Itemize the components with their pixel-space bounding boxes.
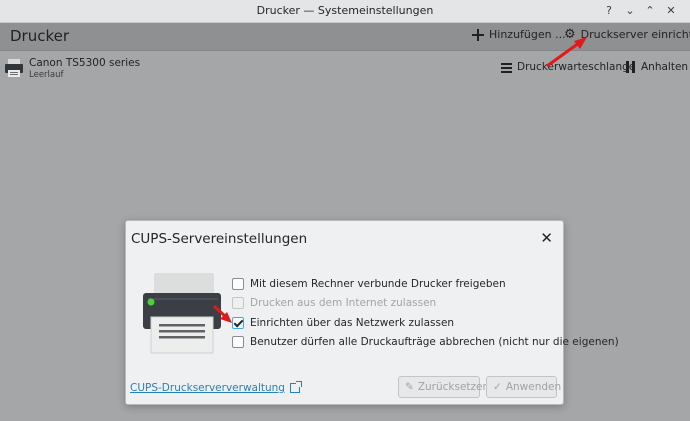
cups-admin-link-label: CUPS-Druckserververwaltung [130,382,285,394]
share-printers-label: Mit diesem Rechner verbunde Drucker frei… [250,278,506,290]
minimize-icon[interactable]: ⌄ [621,2,639,20]
pause-icon [625,61,636,73]
cancel-all-jobs-label: Benutzer dürfen alle Druckaufträge abbre… [250,336,619,348]
printer-name: Canon TS5300 series [29,57,141,69]
configure-print-server-label: Druckserver einrichten ... [580,28,690,41]
printer-list-item[interactable]: Canon TS5300 series Leerlauf Druckerwart… [0,52,690,86]
close-window-icon[interactable]: ✕ [662,2,680,20]
add-printer-label: Hinzufügen ... [489,28,566,41]
page-title: Drucker [10,27,70,45]
cups-server-settings-dialog: CUPS-Servereinstellungen ✕ Mit diesem Re… [125,220,619,405]
pause-printer-label: Anhalten [641,61,689,73]
internet-printing-checkbox[interactable]: Drucken aus dem Internet zulassen [232,297,436,309]
add-printer-button[interactable]: Hinzufügen ... [472,28,566,41]
pencil-icon: ✎ [405,381,414,393]
close-icon[interactable]: ✕ [540,229,553,247]
configure-print-server-button[interactable]: ⚙ Druckserver einrichten ... [564,26,690,42]
cancel-all-jobs-checkbox[interactable]: Benutzer dürfen alle Druckaufträge abbre… [232,336,619,348]
checkmark-icon: ✓ [493,381,502,393]
printer-illustration-icon [143,273,221,354]
plus-icon [472,28,484,41]
apply-button[interactable]: ✓ Anwenden [486,376,561,398]
checkbox-box[interactable] [232,336,244,348]
dialog-title: CUPS-Servereinstellungen [131,231,308,247]
checkbox-box-checked[interactable] [232,317,244,329]
printer-status: Leerlauf [29,70,64,80]
maximize-icon[interactable]: ⌃ [641,2,659,20]
checkbox-box[interactable] [232,297,244,309]
reset-label: Zurücksetzen [417,381,490,393]
checkbox-box[interactable] [232,278,244,290]
printer-queue-label: Druckerwarteschlange [517,61,636,73]
gear-icon: ⚙ [564,26,576,42]
pause-printer-button[interactable]: Anhalten [625,61,688,73]
external-link-icon [289,381,302,393]
page-header: Drucker Hinzufügen ... ⚙ Druckserver ein… [0,23,690,51]
apply-label: Anwenden [505,381,562,393]
printer-queue-button[interactable]: Druckerwarteschlange [501,61,635,73]
network-config-label: Einrichten über das Netzwerk zulassen [250,317,455,329]
share-printers-checkbox[interactable]: Mit diesem Rechner verbunde Drucker frei… [232,278,506,290]
help-icon[interactable]: ? [600,2,618,20]
internet-printing-label: Drucken aus dem Internet zulassen [250,297,437,309]
window-title: Drucker — Systemeinstellungen [256,4,434,17]
network-config-checkbox[interactable]: Einrichten über das Netzwerk zulassen [232,317,454,329]
list-icon [501,62,512,73]
window-titlebar: Drucker — Systemeinstellungen ? ⌄ ⌃ ✕ [0,0,690,23]
reset-button[interactable]: ✎ Zurücksetzen [398,376,489,398]
printer-icon [5,59,23,77]
cups-admin-link[interactable]: CUPS-Druckserververwaltung [130,381,302,394]
